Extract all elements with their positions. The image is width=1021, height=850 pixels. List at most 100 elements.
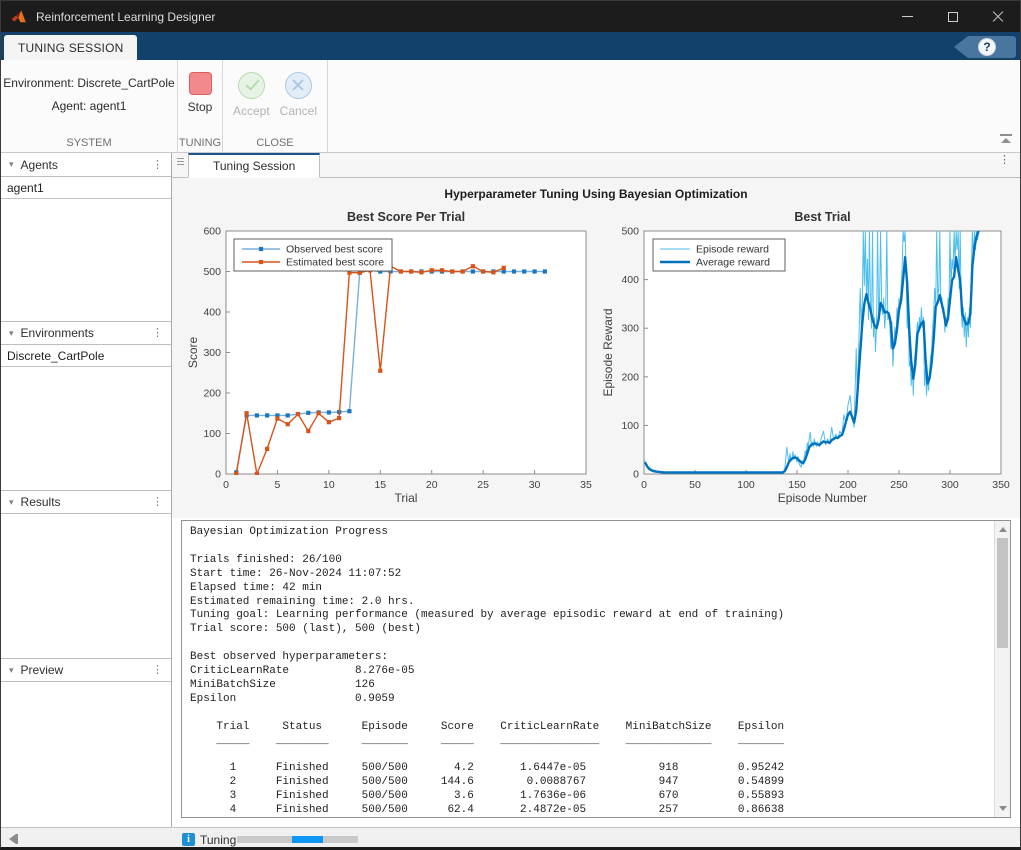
accept-button[interactable]: Accept bbox=[233, 72, 270, 118]
cancel-x-icon bbox=[285, 72, 312, 99]
help-banner: ? bbox=[954, 36, 1016, 58]
svg-text:30: 30 bbox=[529, 479, 541, 491]
svg-text:0: 0 bbox=[633, 469, 639, 481]
panel-title-results: Results bbox=[21, 495, 61, 509]
collapse-arrow-icon[interactable]: ▾ bbox=[9, 497, 14, 508]
accept-check-icon bbox=[238, 72, 265, 99]
svg-text:200: 200 bbox=[621, 371, 639, 383]
collapse-ribbon-button[interactable] bbox=[998, 134, 1014, 148]
tab-tuning-session[interactable]: TUNING SESSION bbox=[4, 35, 137, 60]
info-icon: i bbox=[182, 833, 195, 846]
svg-text:35: 35 bbox=[580, 479, 592, 491]
cancel-button[interactable]: Cancel bbox=[280, 72, 317, 118]
panel-results: ▾ Results ⋮ bbox=[1, 490, 171, 658]
environment-value: Discrete_CartPole bbox=[77, 76, 174, 90]
collapse-arrow-icon[interactable]: ▾ bbox=[9, 665, 14, 676]
console-wrap: Bayesian Optimization Progress Trials fi… bbox=[172, 518, 1020, 827]
panel-preview: ▾ Preview ⋮ bbox=[1, 658, 171, 827]
title-bar: Reinforcement Learning Designer bbox=[1, 1, 1020, 32]
maximize-button[interactable] bbox=[930, 1, 975, 32]
collapse-arrow-icon[interactable]: ▾ bbox=[9, 159, 14, 170]
agent-info: Agent: agent1 bbox=[52, 99, 127, 113]
environments-list-area bbox=[1, 367, 171, 490]
section-caption-tuning: TUNING bbox=[178, 137, 222, 149]
svg-text:300: 300 bbox=[203, 347, 221, 359]
tuning-progress-bar bbox=[237, 836, 358, 843]
minimize-button[interactable] bbox=[885, 1, 930, 32]
svg-text:100: 100 bbox=[621, 420, 639, 432]
svg-text:25: 25 bbox=[477, 479, 489, 491]
app-window: Reinforcement Learning Designer TUNING S… bbox=[0, 0, 1021, 850]
list-item-discrete-cartpole[interactable]: Discrete_CartPole bbox=[1, 345, 171, 367]
svg-text:0: 0 bbox=[215, 469, 221, 481]
svg-text:400: 400 bbox=[621, 274, 639, 286]
ribbon-tabstrip: TUNING SESSION ? bbox=[1, 32, 1020, 60]
panel-title-agents: Agents bbox=[21, 158, 58, 172]
svg-text:0: 0 bbox=[223, 479, 229, 491]
stop-button-label: Stop bbox=[188, 100, 213, 114]
svg-text:Observed best score: Observed best score bbox=[286, 244, 383, 256]
svg-text:300: 300 bbox=[941, 479, 959, 491]
svg-text:Trial: Trial bbox=[395, 491, 418, 505]
svg-text:500: 500 bbox=[621, 226, 639, 238]
svg-text:350: 350 bbox=[992, 479, 1010, 491]
figure-title: Hyperparameter Tuning Using Bayesian Opt… bbox=[172, 187, 1020, 201]
panel-title-environments: Environments bbox=[21, 326, 94, 340]
console-text: Bayesian Optimization Progress Trials fi… bbox=[182, 521, 1010, 818]
section-caption-system: SYSTEM bbox=[1, 137, 177, 149]
document-tabbar: Tuning Session ⋮ bbox=[172, 153, 1020, 178]
svg-text:Episode Reward: Episode Reward bbox=[601, 308, 615, 396]
svg-text:400: 400 bbox=[203, 307, 221, 319]
figure-area: Hyperparameter Tuning Using Bayesian Opt… bbox=[172, 178, 1020, 518]
best-score-per-trial-chart: 0 5 10 15 20 25 30 35 0 100 200 300 400 500 600 Best Sc… bbox=[186, 206, 596, 511]
maximize-icon bbox=[948, 12, 958, 22]
results-list-area bbox=[1, 514, 171, 658]
ribbon-section-close: Accept Cancel CLOSE bbox=[223, 60, 328, 152]
svg-text:Average reward: Average reward bbox=[696, 257, 770, 269]
console-scrollbar[interactable] bbox=[994, 521, 1010, 817]
svg-text:0: 0 bbox=[641, 479, 647, 491]
kebab-menu-icon[interactable]: ⋮ bbox=[152, 331, 163, 335]
svg-text:5: 5 bbox=[275, 479, 281, 491]
svg-text:20: 20 bbox=[426, 479, 438, 491]
status-bar: i Tuning bbox=[1, 827, 1020, 850]
kebab-menu-icon[interactable]: ⋮ bbox=[152, 668, 163, 672]
svg-text:200: 200 bbox=[203, 388, 221, 400]
progress-chunk bbox=[292, 836, 323, 843]
status-label: Tuning bbox=[200, 833, 236, 847]
kebab-menu-icon[interactable]: ⋮ bbox=[999, 158, 1010, 162]
sidebar: ▾ Agents ⋮ agent1 ▾ Environments ⋮ Discr… bbox=[1, 153, 172, 827]
panel-agents: ▾ Agents ⋮ agent1 bbox=[1, 153, 171, 321]
progress-console: Bayesian Optimization Progress Trials fi… bbox=[181, 520, 1011, 818]
agent-value: agent1 bbox=[90, 99, 127, 113]
best-trial-chart: 0501001502002503003500100200300400500Bes… bbox=[601, 206, 1014, 511]
environment-label: Environment: bbox=[3, 76, 74, 90]
kebab-menu-icon[interactable]: ⋮ bbox=[152, 500, 163, 504]
svg-text:50: 50 bbox=[689, 479, 701, 491]
collapse-arrow-icon[interactable]: ▾ bbox=[9, 328, 14, 339]
kebab-menu-icon[interactable]: ⋮ bbox=[152, 163, 163, 167]
section-caption-close: CLOSE bbox=[223, 137, 327, 149]
svg-text:Best Score Per Trial: Best Score Per Trial bbox=[347, 210, 465, 224]
tab-tuning-session-document[interactable]: Tuning Session bbox=[188, 153, 320, 178]
close-button[interactable] bbox=[975, 1, 1020, 32]
preview-area bbox=[1, 682, 171, 827]
ribbon-section-system: Environment: Discrete_CartPole Agent: ag… bbox=[1, 60, 178, 152]
scroll-up-icon[interactable] bbox=[999, 527, 1007, 532]
accept-button-label: Accept bbox=[233, 104, 270, 118]
svg-text:10: 10 bbox=[323, 479, 335, 491]
drag-handle-icon[interactable] bbox=[172, 153, 188, 177]
scrollbar-thumb[interactable] bbox=[997, 538, 1008, 648]
svg-text:15: 15 bbox=[374, 479, 386, 491]
scroll-down-icon[interactable] bbox=[999, 806, 1007, 811]
svg-text:500: 500 bbox=[203, 266, 221, 278]
help-button[interactable]: ? bbox=[978, 38, 996, 56]
stop-button[interactable]: Stop bbox=[178, 72, 222, 114]
svg-text:150: 150 bbox=[788, 479, 806, 491]
collapse-sidebar-button[interactable] bbox=[9, 834, 18, 844]
svg-text:100: 100 bbox=[203, 428, 221, 440]
panel-environments: ▾ Environments ⋮ Discrete_CartPole bbox=[1, 321, 171, 490]
list-item-agent1[interactable]: agent1 bbox=[1, 177, 171, 199]
svg-text:Score: Score bbox=[186, 337, 200, 369]
svg-text:600: 600 bbox=[203, 226, 221, 238]
